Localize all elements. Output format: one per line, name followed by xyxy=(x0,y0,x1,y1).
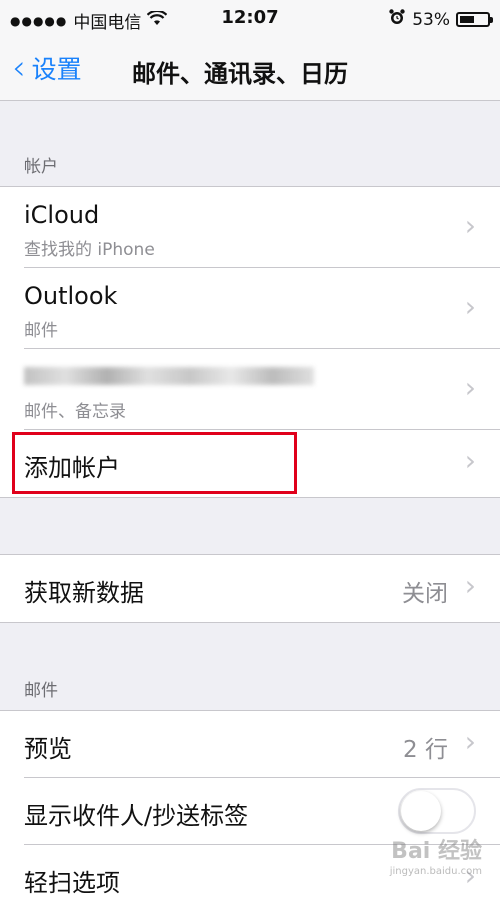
page-title: 邮件、通讯录、日历 xyxy=(132,60,348,88)
swipe-options-title: 轻扫选项 xyxy=(24,869,120,897)
chevron-right-icon: › xyxy=(464,290,476,323)
account-row-icloud[interactable]: iCloud 查找我的 iPhone › xyxy=(0,187,500,268)
watermark-url: jingyan.baidu.com xyxy=(389,866,482,877)
account-row-email[interactable]: 邮件、备忘录 › xyxy=(0,349,500,430)
alarm-icon xyxy=(388,8,406,31)
battery-icon xyxy=(456,12,493,27)
mail-section-header: 邮件 xyxy=(24,681,58,701)
fetch-group: 获取新数据 关闭 › xyxy=(0,554,500,623)
fetch-title: 获取新数据 xyxy=(24,579,144,607)
battery-percent: 53% xyxy=(412,9,450,30)
account-title: iCloud xyxy=(24,201,100,229)
preview-value: 2 行 xyxy=(403,737,448,763)
accounts-section-header: 帐户 xyxy=(24,157,58,177)
toggle-knob xyxy=(401,791,441,831)
account-title: Outlook xyxy=(24,282,118,310)
red-highlight-box xyxy=(12,432,297,494)
show-to-cc-title: 显示收件人/抄送标签 xyxy=(24,802,249,830)
battery-fill xyxy=(460,16,474,23)
fetch-new-data-row[interactable]: 获取新数据 关闭 › xyxy=(0,555,500,622)
back-label: 设置 xyxy=(31,55,82,84)
status-right: 53% xyxy=(388,8,493,31)
chevron-left-icon: ‹ xyxy=(12,48,26,88)
fetch-value: 关闭 xyxy=(402,581,448,607)
navigation-bar: ‹ 设置 邮件、通讯录、日历 xyxy=(0,36,500,101)
account-row-outlook[interactable]: Outlook 邮件 › xyxy=(0,268,500,349)
status-bar: ●●●●● 中国电信 12:07 53% xyxy=(0,0,500,36)
chevron-right-icon: › xyxy=(464,569,476,602)
chevron-right-icon: › xyxy=(464,371,476,404)
preview-row[interactable]: 预览 2 行 › xyxy=(0,711,500,778)
chevron-right-icon: › xyxy=(464,444,476,477)
account-subtitle: 邮件 xyxy=(24,321,58,341)
account-subtitle: 邮件、备忘录 xyxy=(24,402,126,422)
back-button[interactable]: ‹ 设置 xyxy=(12,50,82,86)
chevron-right-icon: › xyxy=(464,209,476,242)
show-to-cc-toggle[interactable] xyxy=(398,788,476,834)
baidu-watermark: Bai 经验 xyxy=(391,839,482,864)
chevron-right-icon: › xyxy=(464,725,476,758)
preview-title: 预览 xyxy=(24,735,72,763)
blurred-email-address xyxy=(24,367,314,385)
account-subtitle: 查找我的 iPhone xyxy=(24,240,155,260)
